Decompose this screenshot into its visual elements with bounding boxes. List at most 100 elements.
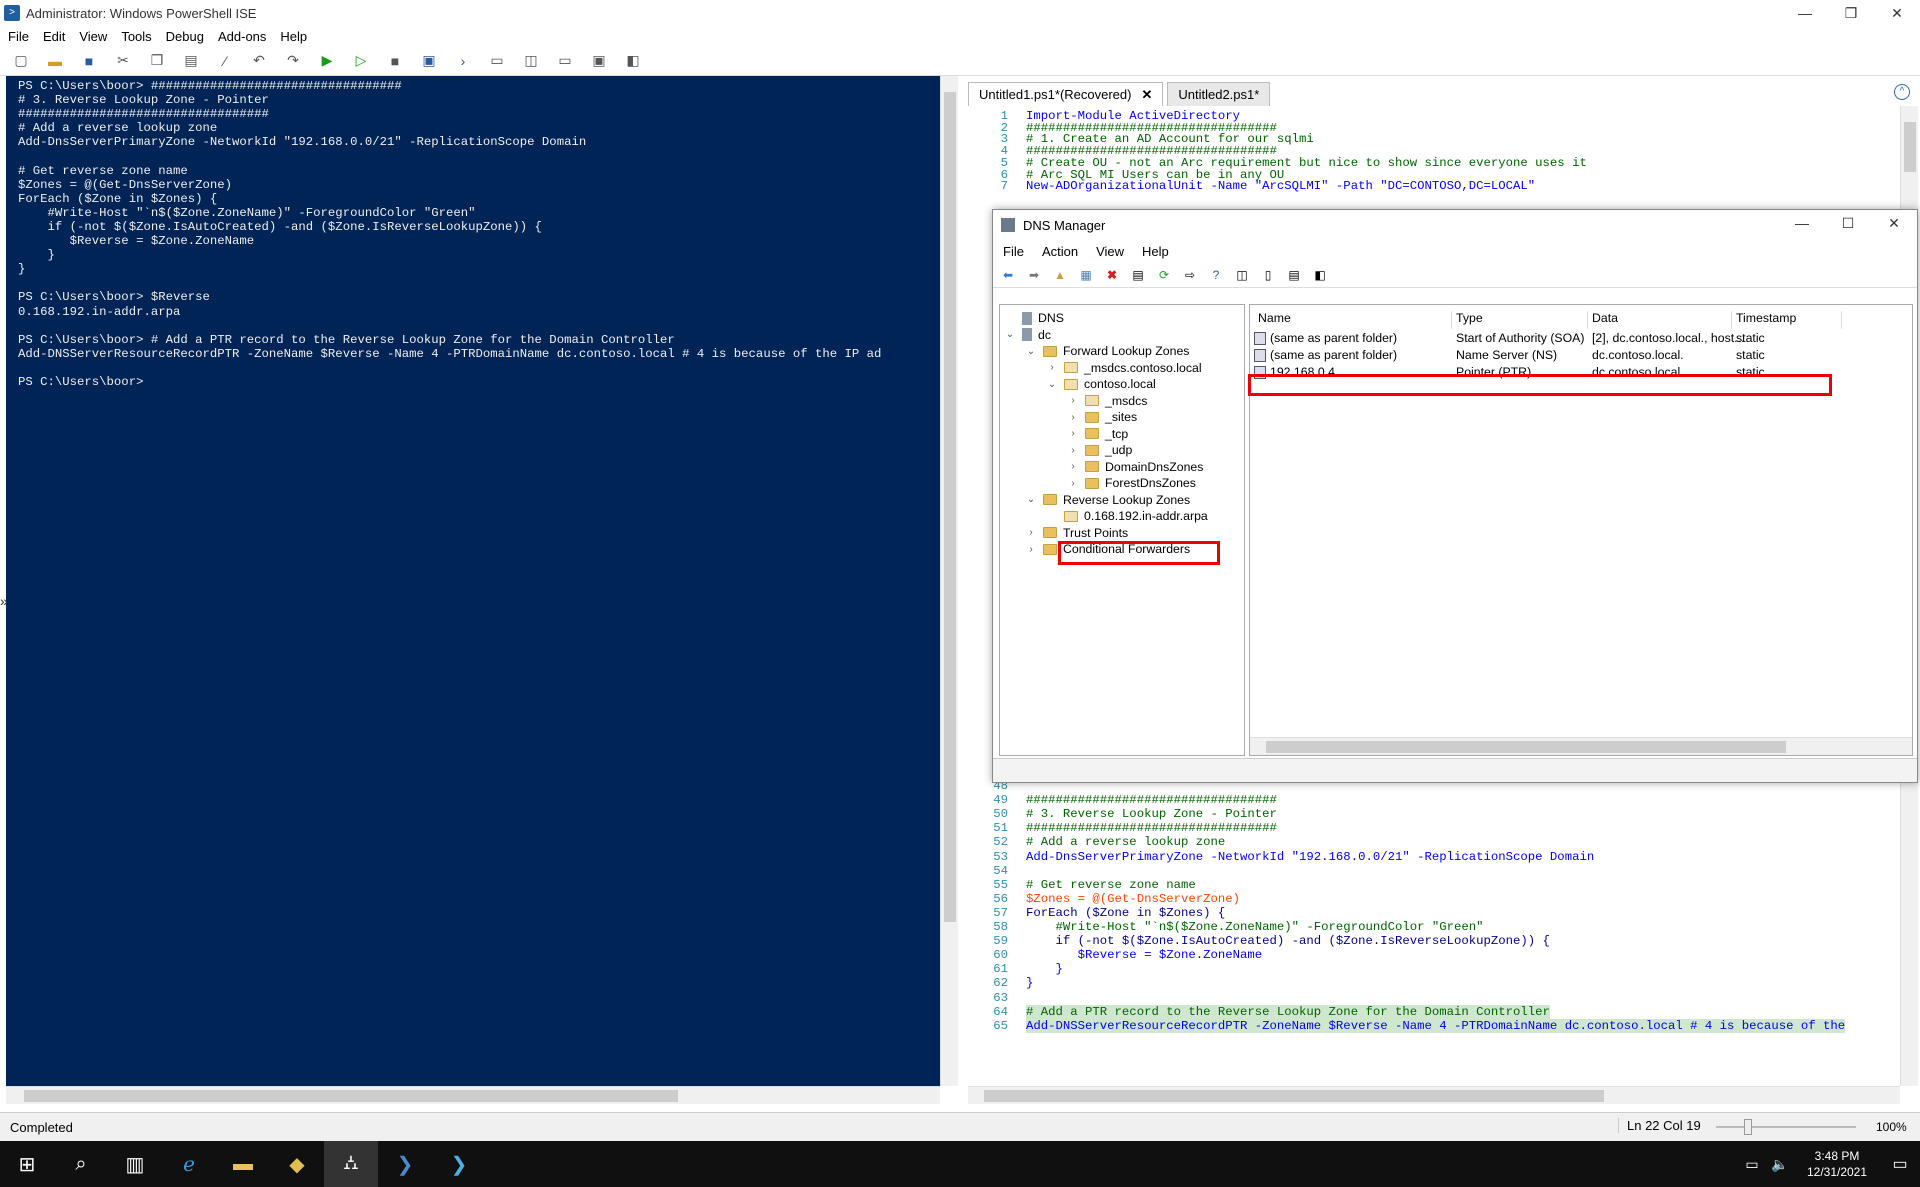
chevron-right-icon[interactable]: › [1067,428,1079,439]
console-horizontal-scrollbar[interactable] [6,1086,940,1104]
chevron-right-icon[interactable]: › [1067,412,1079,423]
tree-node[interactable]: ⌄ Forward Lookup Zones [1025,342,1190,360]
tab-untitled2[interactable]: Untitled2.ps1* [1167,82,1271,106]
record-row[interactable]: (same as parent folder) Start of Authorit… [1250,329,1910,347]
back-icon[interactable]: ⬅ [999,266,1017,284]
show-command-icon[interactable]: ▣ [588,51,610,71]
menu-help[interactable]: Help [280,29,307,44]
refresh-icon[interactable]: ⟳ [1155,266,1173,284]
chevron-right-icon[interactable]: › [1025,544,1037,555]
console-vertical-scrollbar[interactable] [940,76,958,1086]
zone-list-icon[interactable]: ▤ [1285,266,1303,284]
record-row[interactable]: (same as parent folder) Name Server (NS) d… [1250,346,1910,364]
tree-node[interactable]: › _udp [1067,441,1132,459]
run-script-icon[interactable]: ▶ [316,51,338,71]
tree-node[interactable]: › DomainDnsZones [1067,458,1203,476]
column-timestamp[interactable]: Timestamp [1732,311,1842,329]
chevron-down-icon[interactable]: ⌄ [1004,329,1016,340]
clear-icon[interactable]: ⁄ [214,51,236,71]
menu-tools[interactable]: Tools [121,29,151,44]
addon-tools-icon[interactable]: ◧ [622,51,644,71]
collapse-script-pane-icon[interactable]: ^ [1894,84,1910,100]
console-pane[interactable]: PS C:\Users\boor> ######################… [6,76,940,1086]
file-explorer-icon[interactable]: ▬ [216,1141,270,1187]
tree-node[interactable]: ⌄ dc [1004,326,1051,344]
redo-icon[interactable]: ↷ [282,51,304,71]
dns-close-button[interactable]: ✕ [1871,210,1917,236]
server-manager-icon[interactable]: ◆ [270,1141,324,1187]
network-tray-icon[interactable]: ▭ [1738,1141,1766,1187]
close-tab-icon[interactable]: ✕ [1141,87,1152,103]
dns-minimize-button[interactable]: — [1779,210,1825,236]
menu-debug[interactable]: Debug [166,29,204,44]
chevron-right-icon[interactable]: › [1046,362,1058,373]
dns-manager-window[interactable]: DNS Manager — ☐ ✕ File Action View Help … [992,209,1918,783]
export-list-icon[interactable]: ⇨ [1181,266,1199,284]
menu-file[interactable]: File [8,29,29,44]
layout-top-icon[interactable]: ▭ [486,51,508,71]
remote-powershell-icon[interactable]: ▣ [418,51,440,71]
tree-node[interactable]: › _sites [1067,408,1137,426]
tree-node[interactable]: › ForestDnsZones [1067,474,1196,492]
dns-maximize-button[interactable]: ☐ [1825,210,1871,236]
task-view-icon[interactable]: ▥ [108,1141,162,1187]
tree-node[interactable]: DNS [1004,309,1064,327]
layout-right-icon[interactable]: ◫ [520,51,542,71]
menu-view[interactable]: View [79,29,107,44]
stop-icon[interactable]: ■ [384,51,406,71]
editor-horizontal-scrollbar[interactable] [968,1086,1900,1104]
internet-explorer-icon[interactable]: ℯ [162,1141,216,1187]
search-icon[interactable]: ⌕ [54,1141,108,1187]
tree-node[interactable]: › _msdcs [1067,392,1147,410]
chevron-right-icon[interactable]: › [1067,395,1079,406]
start-powershell-icon[interactable]: › [452,51,474,71]
chevron-down-icon[interactable]: ⌄ [1025,494,1037,505]
cut-icon[interactable]: ✂ [112,51,134,71]
dns-menu-file[interactable]: File [1003,244,1024,259]
undo-icon[interactable]: ↶ [248,51,270,71]
record-list-horizontal-scrollbar[interactable] [1250,737,1912,755]
chevron-right-icon[interactable]: › [1067,461,1079,472]
tree-node[interactable]: › Trust Points [1025,524,1128,542]
zoom-slider[interactable] [1716,1119,1856,1135]
dns-record-list[interactable]: Name Type Data Timestamp (same as parent… [1249,304,1913,756]
chevron-down-icon[interactable]: ⌄ [1025,346,1037,357]
forward-icon[interactable]: ➡ [1025,266,1043,284]
dns-menu-help[interactable]: Help [1142,244,1169,259]
tree-node[interactable]: 0.168.192.in-addr.arpa [1046,507,1208,525]
close-button[interactable]: ✕ [1874,0,1920,26]
volume-tray-icon[interactable]: 🔈 [1766,1141,1794,1187]
column-name[interactable]: Name [1254,311,1452,329]
column-type[interactable]: Type [1452,311,1588,329]
restore-button[interactable]: ❐ [1828,0,1874,26]
delete-icon[interactable]: ✖ [1103,266,1121,284]
properties-icon[interactable]: ▤ [1129,266,1147,284]
chevron-down-icon[interactable]: ⌄ [1046,379,1058,390]
notifications-icon[interactable]: ▭ [1880,1141,1920,1187]
run-selection-icon[interactable]: ▷ [350,51,372,71]
menu-addons[interactable]: Add-ons [218,29,266,44]
tree-node[interactable]: › _msdcs.contoso.local [1046,359,1201,377]
tree-node[interactable]: ⌄ contoso.local [1046,375,1156,393]
layout-max-icon[interactable]: ▭ [554,51,576,71]
help-icon[interactable]: ? [1207,266,1225,284]
network-app-icon[interactable]: ⛼ [324,1141,378,1187]
dns-menu-view[interactable]: View [1096,244,1124,259]
start-button-icon[interactable]: ⊞ [0,1141,54,1187]
server-icon[interactable]: ▯ [1259,266,1277,284]
tree-node[interactable]: › _tcp [1067,425,1128,443]
chevron-right-icon[interactable]: › [1025,527,1037,538]
save-icon[interactable]: ■ [78,51,100,71]
chevron-right-icon[interactable]: › [1067,478,1079,489]
column-data[interactable]: Data [1588,311,1732,329]
chevron-right-icon[interactable]: › [1067,445,1079,456]
minimize-button[interactable]: — [1782,0,1828,26]
show-hide-icon[interactable]: ◫ [1233,266,1251,284]
tree-node[interactable]: ⌄ Reverse Lookup Zones [1025,491,1190,509]
clock[interactable]: 3:48 PM 12/31/2021 [1794,1148,1880,1180]
open-file-icon[interactable]: ▬ [44,51,66,71]
tab-untitled1[interactable]: Untitled1.ps1*(Recovered) ✕ [968,82,1164,106]
dns-menu-action[interactable]: Action [1042,244,1078,259]
collapse-pane-icon[interactable]: » [0,592,18,610]
powershell-ise-taskbar-icon[interactable]: ❯ [432,1141,486,1187]
